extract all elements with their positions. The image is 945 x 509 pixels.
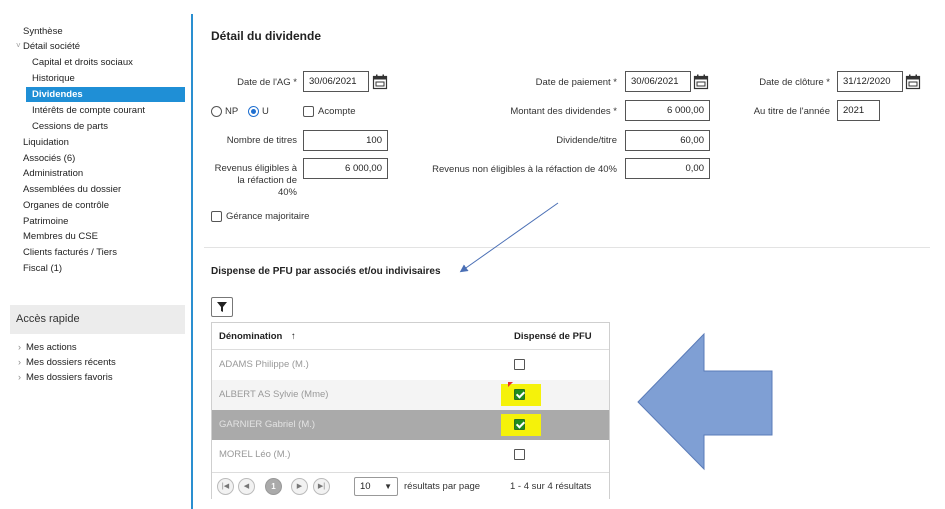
quick-item-label: Mes dossiers récents: [26, 357, 116, 368]
grid-header: Dénomination ↑ Dispensé de PFU: [212, 323, 609, 350]
acompte-checkbox[interactable]: [303, 106, 314, 117]
calendar-icon[interactable]: [693, 74, 709, 90]
gerance-label: Gérance majoritaire: [226, 211, 310, 222]
sidebar-item-liquidation[interactable]: Liquidation: [23, 135, 69, 150]
revenus-eligibles-label-line3: 40%: [277, 187, 297, 198]
dispense-checkbox[interactable]: [514, 449, 525, 460]
montant-label: Montant des dividendes *: [510, 106, 617, 117]
quick-item-mes-actions[interactable]: › Mes actions: [18, 340, 77, 354]
date-ag-label: Date de l'AG *: [237, 77, 297, 88]
date-paiement-input[interactable]: 30/06/2021: [625, 71, 691, 92]
radio-np-label: NP: [225, 106, 239, 117]
dividende-titre-input[interactable]: 60,00: [625, 130, 710, 151]
montant-input[interactable]: 6 000,00: [625, 100, 710, 121]
row-name: GARNIER Gabriel (M.): [219, 419, 316, 430]
sidebar-item-clients[interactable]: Clients facturés / Tiers: [23, 245, 117, 260]
date-paiement-label: Date de paiement *: [535, 77, 617, 88]
date-cloture-label: Date de clôture *: [759, 77, 830, 88]
date-cloture-input[interactable]: 31/12/2020: [837, 71, 903, 92]
revenus-eligibles-label-line2: la réfaction de: [237, 175, 297, 186]
dispense-checkbox[interactable]: [514, 419, 525, 430]
revenus-non-eligibles-label: Revenus non éligibles à la réfaction de …: [432, 164, 617, 175]
table-row[interactable]: MOREL Léo (M.): [212, 440, 609, 470]
expanded-caret-icon: ˅: [16, 41, 21, 50]
sidebar-item-administration[interactable]: Administration: [23, 166, 83, 181]
sidebar-item-historique[interactable]: Historique: [32, 71, 75, 86]
last-page-button[interactable]: ▶|: [313, 478, 330, 495]
sidebar-item-fiscal[interactable]: Fiscal (1): [23, 261, 62, 276]
modified-flag-icon: [508, 382, 513, 387]
sidebar-item-dividendes[interactable]: Dividendes: [26, 87, 185, 102]
filter-icon: [217, 302, 227, 312]
row-name: MOREL Léo (M.): [219, 449, 291, 460]
prev-page-button[interactable]: ◀: [238, 478, 255, 495]
dispense-checkbox[interactable]: [514, 389, 525, 400]
sort-ascending-icon: ↑: [290, 331, 296, 342]
revenus-eligibles-label-line1: Revenus éligibles à: [214, 163, 297, 174]
radio-np[interactable]: [211, 106, 222, 117]
filter-button[interactable]: [211, 297, 233, 317]
sidebar-item-associes[interactable]: Associés (6): [23, 151, 75, 166]
acompte-label: Acompte: [318, 106, 356, 117]
results-summary: 1 - 4 sur 4 résultats: [510, 481, 592, 492]
quick-item-label: Mes dossiers favoris: [26, 372, 113, 383]
sidebar-item-detail-societe[interactable]: Détail société: [23, 39, 80, 54]
calendar-icon[interactable]: [905, 74, 921, 90]
sidebar: ˅ Synthèse Détail société Capital et dro…: [0, 0, 192, 509]
per-page-value: 10: [360, 481, 371, 492]
nb-titres-label: Nombre de titres: [226, 135, 297, 146]
annotation-block-arrow: [637, 332, 773, 471]
revenus-eligibles-input[interactable]: 6 000,00: [303, 158, 388, 179]
chevron-right-icon: ›: [18, 372, 21, 382]
quick-item-dossiers-recents[interactable]: › Mes dossiers récents: [18, 355, 116, 369]
sidebar-item-capital[interactable]: Capital et droits sociaux: [32, 55, 133, 70]
row-name: ALBERT AS Sylvie (Mme): [219, 389, 329, 400]
sidebar-item-organes[interactable]: Organes de contrôle: [23, 198, 109, 213]
nb-titres-input[interactable]: 100: [303, 130, 388, 151]
dispense-checkbox[interactable]: [514, 359, 525, 370]
quick-item-dossiers-favoris[interactable]: › Mes dossiers favoris: [18, 370, 113, 384]
section-divider: [204, 247, 930, 248]
per-page-label: résultats par page: [404, 481, 481, 492]
next-page-button[interactable]: ▶: [291, 478, 308, 495]
grid-pager: |◀ ◀ 1 ▶ ▶| 10 ▼ résultats par page 1 - 4…: [212, 472, 609, 499]
sidebar-item-interets[interactable]: Intérêts de compte courant: [32, 103, 145, 118]
page-1-button[interactable]: 1: [265, 478, 282, 495]
row-name: ADAMS Philippe (M.): [219, 359, 309, 370]
chevron-right-icon: ›: [18, 342, 21, 352]
date-ag-input[interactable]: 30/06/2021: [303, 71, 369, 92]
calendar-icon[interactable]: [372, 74, 388, 90]
quick-access-header: Accès rapide: [10, 305, 185, 334]
sidebar-item-cessions[interactable]: Cessions de parts: [32, 119, 108, 134]
column-header-denomination[interactable]: Dénomination ↑: [219, 331, 296, 342]
table-row[interactable]: ADAMS Philippe (M.): [212, 350, 609, 380]
annee-label: Au titre de l'année: [753, 106, 830, 117]
pfu-section-title: Dispense de PFU par associés et/ou indiv…: [211, 266, 441, 277]
table-row-selected[interactable]: GARNIER Gabriel (M.): [212, 410, 609, 440]
annotation-arrow-line: [459, 202, 559, 273]
radio-u-label: U: [262, 106, 269, 117]
sidebar-divider: [191, 14, 193, 509]
sidebar-item-patrimoine[interactable]: Patrimoine: [23, 214, 68, 229]
chevron-right-icon: ›: [18, 357, 21, 367]
column-header-dispense[interactable]: Dispensé de PFU: [514, 331, 592, 342]
dividende-titre-label: Dividende/titre: [556, 135, 617, 146]
page-title: Détail du dividende: [211, 29, 322, 43]
sidebar-item-cse[interactable]: Membres du CSE: [23, 229, 98, 244]
annee-input[interactable]: 2021: [837, 100, 880, 121]
first-page-button[interactable]: |◀: [217, 478, 234, 495]
table-row[interactable]: ALBERT AS Sylvie (Mme): [212, 380, 609, 410]
per-page-select[interactable]: 10 ▼: [354, 477, 398, 496]
revenus-non-eligibles-input[interactable]: 0,00: [625, 158, 710, 179]
radio-u[interactable]: [248, 106, 259, 117]
sidebar-item-synthese[interactable]: Synthèse: [23, 24, 63, 39]
pfu-grid: Dénomination ↑ Dispensé de PFU ADAMS Phi…: [211, 322, 610, 499]
gerance-checkbox[interactable]: [211, 211, 222, 222]
revenus-eligibles-label: Revenus éligibles à la réfaction de 40%: [205, 163, 297, 199]
quick-item-label: Mes actions: [26, 342, 77, 353]
caret-down-icon: ▼: [384, 482, 392, 491]
sidebar-item-assemblees[interactable]: Assemblées du dossier: [23, 182, 121, 197]
column-header-denomination-label: Dénomination: [219, 331, 283, 342]
